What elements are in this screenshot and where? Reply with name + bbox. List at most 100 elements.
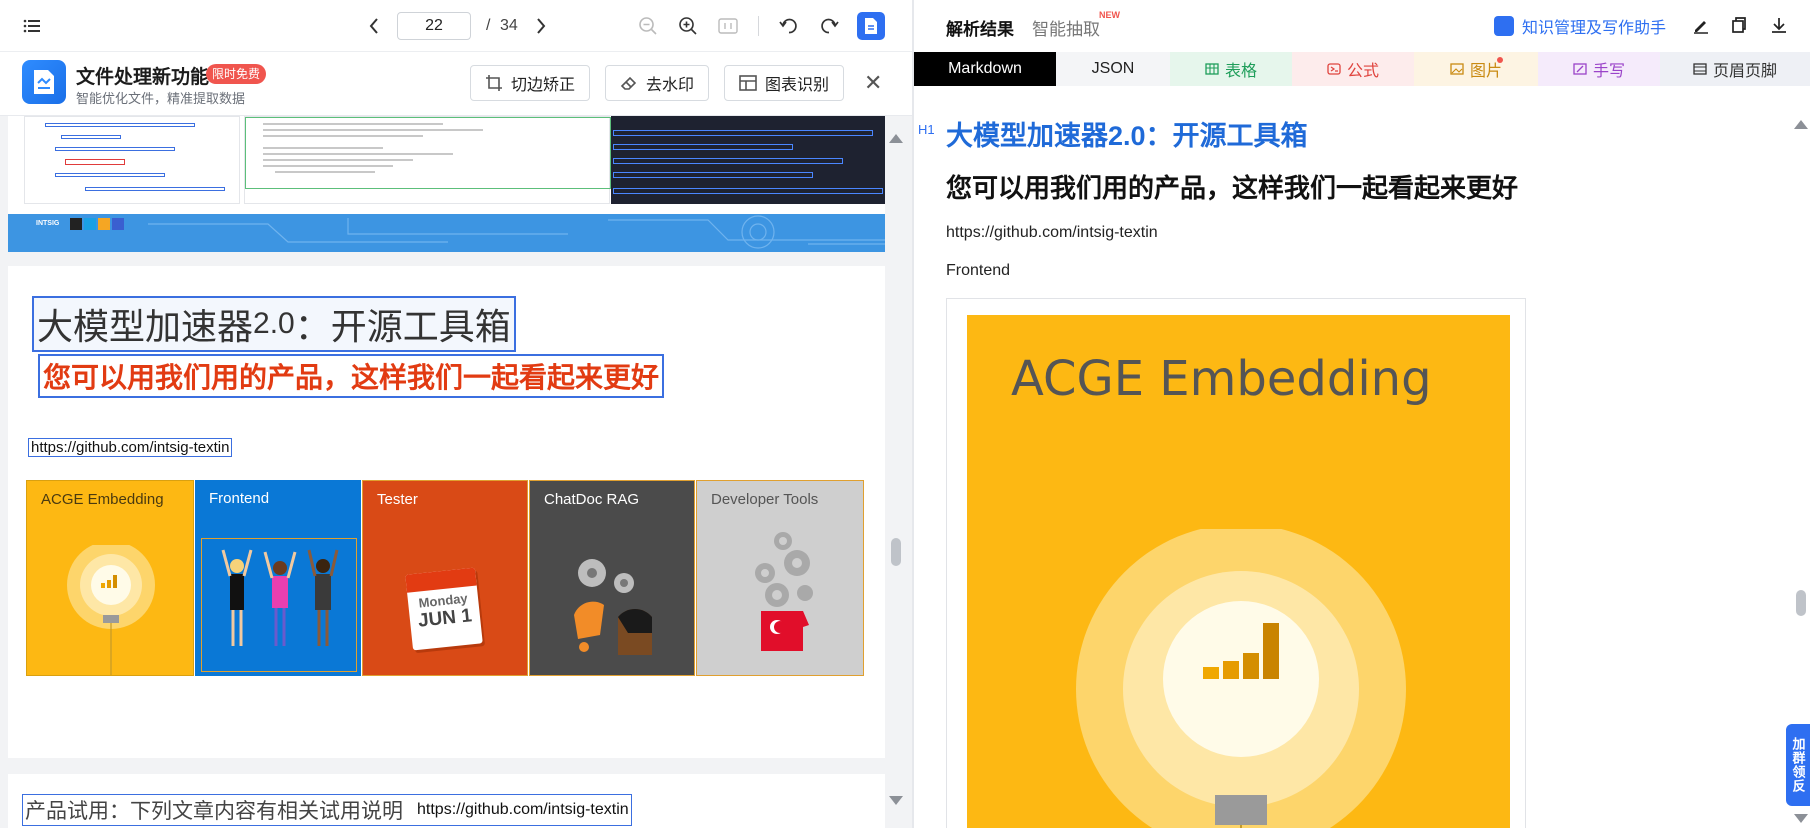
copy-icon[interactable] (1730, 16, 1750, 36)
format-tab-formula[interactable]: 公式 (1292, 52, 1414, 86)
chart-recognition-button[interactable]: 图表识别 (724, 65, 845, 101)
feature-subtitle: 智能优化文件，精准提取数据 (76, 91, 246, 106)
doc-subtitle-box[interactable]: 您可以用我们用的产品，这样我们一起看起来更好 (38, 354, 665, 398)
format-tab-header-footer[interactable]: 页眉页脚 (1660, 52, 1810, 86)
markdown-image[interactable]: ACGE Embedding (946, 298, 1526, 828)
page-number-input[interactable] (397, 12, 471, 40)
scroll-up-arrow-icon[interactable] (889, 134, 903, 143)
page-separator: / (486, 17, 491, 34)
app-root: / 34 (0, 0, 1810, 828)
format-tab-label: JSON (1091, 60, 1135, 77)
page-total: 34 (500, 17, 518, 34)
format-tab-table[interactable]: 表格 (1170, 52, 1292, 86)
doc-page-current: 大模型加速器2.0：开源工具箱 您可以用我们用的产品，这样我们一起看起来更好 h… (8, 266, 885, 758)
code-thumbnail-left (24, 116, 240, 204)
zoom-out-icon[interactable] (634, 12, 662, 40)
edit-icon[interactable] (1692, 16, 1712, 36)
document-view-icon[interactable] (857, 12, 885, 40)
prev-page-button[interactable] (360, 12, 388, 40)
free-badge: 限时免费 (206, 64, 267, 84)
result-header: 解析结果 智能抽取 NEW 知识管理及写作助手 (914, 0, 1810, 52)
feature-logo-icon (22, 60, 66, 104)
doc-title-box[interactable]: 大模型加速器2.0：开源工具箱 (32, 296, 516, 352)
tile-developer-tools[interactable]: Developer Tools (696, 480, 864, 676)
tile-acge-embedding[interactable]: ACGE Embedding (26, 480, 194, 676)
right-scrollbar[interactable] (1792, 86, 1810, 828)
scroll-down-arrow-icon[interactable] (1794, 814, 1808, 823)
viewer-toolbar: / 34 (0, 0, 912, 52)
lightbulb-large-icon (1076, 529, 1406, 828)
next-page-button[interactable] (527, 12, 555, 40)
remove-watermark-button[interactable]: 去水印 (605, 65, 710, 101)
format-tab-markdown[interactable]: Markdown (914, 52, 1056, 86)
feature-title: 文件处理新功能 (76, 67, 210, 88)
lightbulb-icon (67, 545, 155, 675)
left-scrollbar[interactable] (886, 116, 906, 828)
tile-tester-label: Tester (377, 491, 418, 508)
tile-chatdoc-rag[interactable]: ChatDoc RAG (529, 480, 695, 676)
knowledge-assistant-link[interactable]: 知识管理及写作助手 (1494, 14, 1666, 38)
doc-title-version: 2.0 (253, 307, 295, 340)
table-icon (1205, 63, 1219, 75)
tab-smart-extract[interactable]: 智能抽取 (1032, 15, 1100, 40)
tile-acge-label: ACGE Embedding (41, 491, 164, 508)
zoom-in-icon[interactable] (674, 12, 702, 40)
menu-list-icon[interactable] (18, 12, 46, 40)
crop-correct-button[interactable]: 切边矫正 (470, 65, 591, 101)
rotate-left-icon[interactable] (775, 12, 803, 40)
calendar-icon: Monday JUN 1 (405, 567, 483, 651)
page3-text-box[interactable]: 产品试用：下列文章内容有相关试用说明 https://github.com/in… (22, 794, 632, 826)
table-chart-icon (739, 74, 757, 92)
toolbar-divider (758, 16, 759, 36)
scroll-up-arrow-icon[interactable] (1794, 120, 1808, 129)
right-scroll-thumb[interactable] (1796, 590, 1806, 616)
format-tabs: Markdown JSON 表格 公式 图片 手写 页眉页脚 (914, 52, 1810, 86)
left-scroll-thumb[interactable] (891, 538, 901, 566)
footer-brand: INTSIG (36, 220, 60, 227)
tile-frontend[interactable]: Frontend (195, 480, 361, 676)
h1-marker: H1 (918, 122, 935, 137)
doc-title-main: 大模型加速器 (37, 306, 254, 347)
crop-correct-label: 切边矫正 (511, 77, 576, 94)
format-tab-label: 页眉页脚 (1712, 63, 1777, 80)
crop-icon (485, 74, 503, 92)
doc-link-box[interactable]: https://github.com/intsig-textin (28, 438, 233, 457)
tile-tester[interactable]: Tester Monday JUN 1 (362, 480, 528, 676)
document-canvas: INTSIG 大模型加速器2.0：开源工具箱 您可以用我们用的产品，这样我们一起… (0, 116, 885, 828)
acge-embedding-image: ACGE Embedding (967, 315, 1510, 828)
image-notify-dot (1497, 57, 1503, 63)
format-tab-label: 手写 (1592, 63, 1625, 80)
doc-title-rest: ：开源工具箱 (294, 306, 511, 347)
result-pane: 解析结果 智能抽取 NEW 知识管理及写作助手 Markdown JSON 表格… (914, 0, 1810, 828)
actual-size-icon[interactable] (714, 12, 742, 40)
rotate-right-icon[interactable] (815, 12, 843, 40)
tile-chatdoc-label: ChatDoc RAG (544, 491, 640, 508)
scroll-down-arrow-icon[interactable] (889, 796, 903, 805)
markdown-paragraph-link[interactable]: https://github.com/intsig-textin (946, 224, 1158, 242)
people-cheering-icon (221, 549, 339, 646)
format-tab-label: 表格 (1224, 63, 1257, 80)
handwriting-icon (1573, 63, 1587, 75)
download-icon[interactable] (1770, 16, 1790, 36)
format-tab-label: Markdown (948, 60, 1022, 77)
close-banner-icon[interactable]: ✕ (864, 70, 882, 96)
footer-logos (70, 218, 126, 232)
markdown-preview: H1 大模型加速器2.0：开源工具箱 您可以用我们用的产品，这样我们一起看起来更… (914, 86, 1810, 828)
markdown-paragraph-frontend: Frontend (946, 262, 1011, 279)
code-thumbnail-dark (611, 116, 885, 204)
remove-watermark-label: 去水印 (646, 77, 695, 94)
tab-parse-result[interactable]: 解析结果 (946, 15, 1014, 40)
circuit-pattern (148, 215, 885, 249)
format-tab-image[interactable]: 图片 (1414, 52, 1538, 86)
new-badge: NEW (1099, 10, 1120, 20)
format-tab-label: 公式 (1346, 63, 1379, 80)
format-tab-json[interactable]: JSON (1056, 52, 1170, 86)
page3-text: 产品试用：下列文章内容有相关试用说明 (25, 800, 403, 823)
gears-head-icon (755, 532, 813, 651)
join-group-float-tab[interactable]: 加群领反 (1786, 724, 1810, 806)
doc-page-previous: INTSIG (8, 116, 885, 252)
tile-devtools-label: Developer Tools (711, 491, 819, 508)
knowledge-assistant-label: 知识管理及写作助手 (1522, 20, 1667, 37)
format-tab-handwriting[interactable]: 手写 (1538, 52, 1660, 86)
page-footer-band: INTSIG (8, 214, 885, 252)
